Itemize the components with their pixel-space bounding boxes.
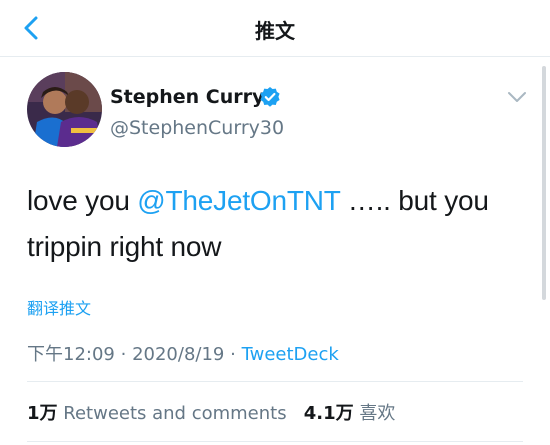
page-title: 推文 — [255, 19, 295, 43]
author-handle[interactable]: @StephenCurry30 — [110, 117, 284, 139]
likes-label: 喜欢 — [359, 403, 396, 424]
retweets-label: Retweets and comments — [63, 403, 287, 424]
mention-link[interactable]: @TheJetOnTNT — [137, 185, 340, 216]
divider — [27, 381, 523, 382]
tweet-metadata: 下午12:09 · 2020/8/19 · TweetDeck — [27, 340, 339, 366]
avatar[interactable] — [27, 72, 102, 147]
tweet-text: love you @TheJetOnTNT ….. but you trippi… — [27, 178, 522, 270]
translate-tweet-link[interactable]: 翻译推文 — [27, 295, 91, 319]
meta-separator: · — [230, 344, 236, 365]
tweet-stats: 1万 Retweets and comments 4.1万 喜欢 — [27, 399, 395, 425]
tweet-text-part: love you — [27, 185, 138, 216]
scrollbar[interactable] — [542, 66, 546, 300]
tweet-date: 2020/8/19 — [132, 344, 225, 365]
verified-badge-icon — [260, 87, 280, 107]
tweet-time: 下午12:09 — [27, 344, 115, 365]
retweets-count: 1万 — [27, 403, 58, 424]
tweet-source-link[interactable]: TweetDeck — [242, 344, 339, 365]
chevron-down-icon[interactable] — [506, 89, 528, 105]
avatar-image — [27, 72, 102, 147]
retweets-stat[interactable]: 1万 Retweets and comments — [27, 403, 287, 424]
top-nav-bar: 推文 — [0, 0, 550, 57]
likes-stat[interactable]: 4.1万 喜欢 — [304, 403, 396, 424]
meta-separator: · — [120, 344, 127, 365]
divider — [27, 441, 523, 442]
likes-count: 4.1万 — [303, 403, 354, 424]
author-display-name[interactable]: Stephen Curry — [110, 86, 264, 108]
